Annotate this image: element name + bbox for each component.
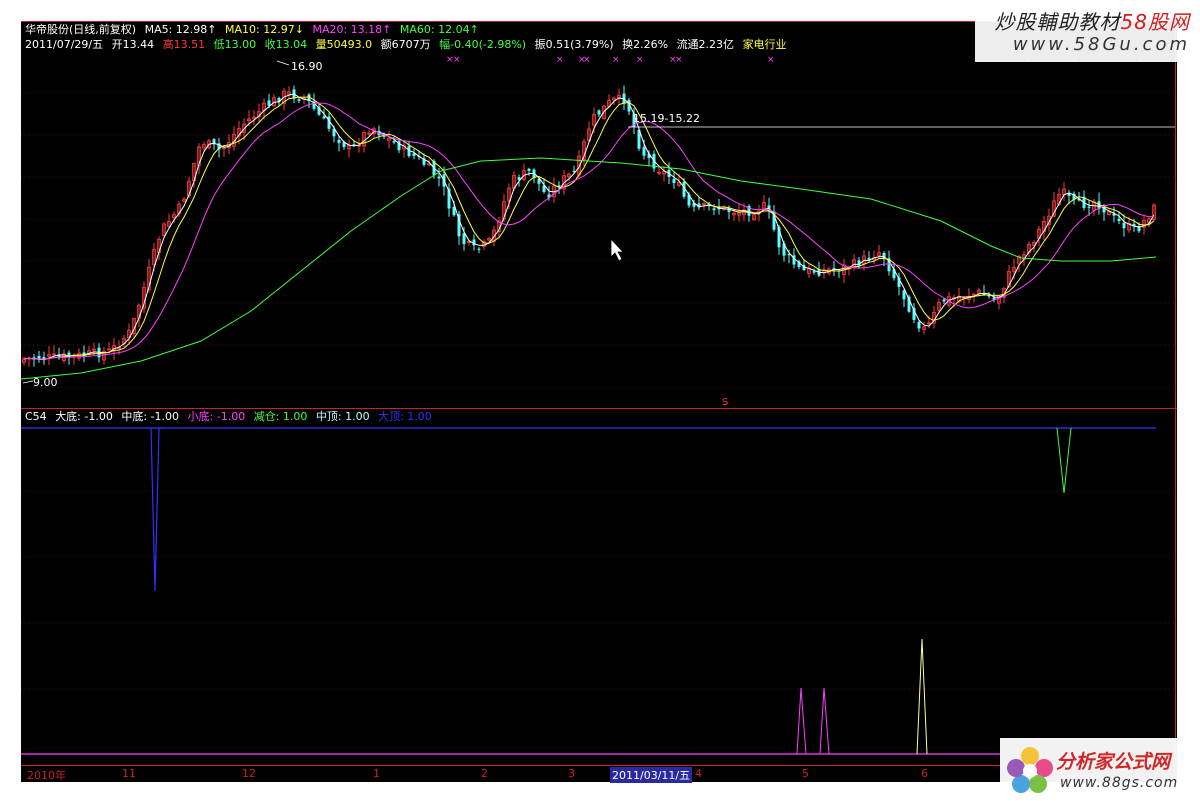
signal-mark: × <box>453 55 461 65</box>
ma60-line <box>21 157 1157 380</box>
candle-body <box>527 168 531 171</box>
candle-body <box>267 100 271 106</box>
candle-body <box>297 99 301 101</box>
signal-mark: × <box>612 55 620 65</box>
signal-mark: × <box>636 55 644 65</box>
candle-body <box>942 299 946 302</box>
low-label: 9.00 <box>33 376 58 389</box>
jiancang-spike <box>1056 427 1072 494</box>
resistance-label: 15.19-15.22 <box>633 112 700 125</box>
chart-window: 华帝股份(日线,前复权) MA5: 12.98↑ MA10: 12.97↓ MA… <box>21 21 1177 783</box>
pane-divider <box>21 408 1177 409</box>
candle-body <box>462 233 466 244</box>
chart-canvas[interactable]: ××××××××××××× 15.19-15.22 16.90 9.00 S <box>21 21 1177 781</box>
low-pointer <box>22 380 34 384</box>
xiaodi-spike-2 <box>819 687 830 755</box>
indicator-lines <box>21 427 1156 755</box>
candle-body <box>712 208 716 211</box>
candle-body <box>322 116 326 119</box>
price-grid <box>21 92 1175 750</box>
date-tick-8: 5 <box>802 767 809 780</box>
watermark-bottom-title: 分析家公式网 <box>1056 751 1171 773</box>
date-tick-5: 3 <box>568 767 575 780</box>
candle-body <box>1087 206 1091 208</box>
date-tick-4: 2 <box>481 767 488 780</box>
signal-mark: × <box>583 55 591 65</box>
candle-body <box>392 141 396 143</box>
watermark-top: 炒股輔助教材58股网 www.58Gu.com <box>975 0 1200 62</box>
signal-mark: × <box>675 55 683 65</box>
date-cursor-label: 2011/03/11/五 <box>610 767 693 783</box>
candle-body <box>597 110 601 115</box>
candle-body <box>1117 218 1121 222</box>
date-tick-2: 12 <box>242 767 256 780</box>
date-tick-7: 4 <box>695 767 702 780</box>
date-tick-9: 6 <box>921 767 928 780</box>
watermark-top-title: 炒股輔助教材58股网 <box>994 10 1190 34</box>
zhongding-spike <box>916 638 928 755</box>
candle-body <box>352 144 356 146</box>
watermark-bottom-url: www.88gs.com <box>1060 775 1179 791</box>
candlesticks <box>22 85 1156 367</box>
flower-logo-icon <box>1007 747 1053 793</box>
candle-body <box>1122 222 1126 229</box>
date-tick-0: 2010年 <box>27 769 66 782</box>
candle-body <box>642 147 646 156</box>
high-label: 16.90 <box>291 60 323 73</box>
high-pointer <box>276 60 290 66</box>
xiaodi-spike-1 <box>796 687 807 755</box>
dadi-spike <box>150 427 162 592</box>
watermark-top-url: www.58Gu.com <box>1012 34 1190 55</box>
date-tick-3: 1 <box>373 767 380 780</box>
candle-body <box>672 178 676 184</box>
candle-body <box>812 271 816 273</box>
candle-body <box>917 321 921 329</box>
candle-body <box>477 248 481 250</box>
date-tick-1: 11 <box>122 767 136 780</box>
sell-marker: S <box>722 397 728 408</box>
signal-mark: × <box>767 55 775 65</box>
candle-body <box>437 176 441 179</box>
right-border <box>1175 21 1176 781</box>
candle-body <box>337 139 341 143</box>
signal-mark: × <box>556 55 564 65</box>
watermark-bottom: 分析家公式网 www.88gs.com <box>1000 738 1200 801</box>
mouse-cursor-icon <box>610 237 624 262</box>
candle-body <box>902 290 906 300</box>
